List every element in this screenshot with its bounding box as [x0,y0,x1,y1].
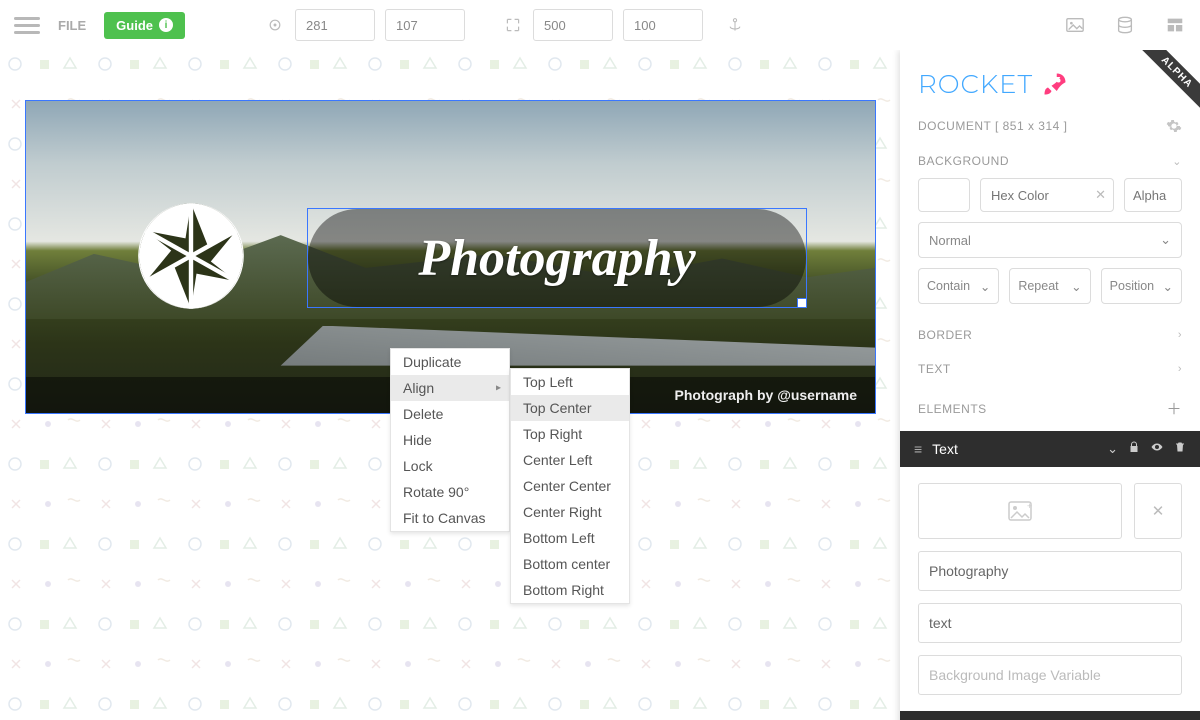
svg-text:+: + [1027,501,1032,511]
chevron-down-icon: ⌄ [1172,155,1182,168]
image-picker[interactable]: + [918,483,1122,539]
bg-image-variable-input[interactable] [918,655,1182,695]
canvas-area[interactable]: Photography Photograph by @username Dupl… [0,50,900,720]
layer-text[interactable]: ≡ Text ⌄ [900,431,1200,467]
rocket-icon [1041,70,1069,98]
alpha-badge: ALPHA [1110,50,1200,140]
add-element-icon[interactable]: ＋ [1166,398,1182,419]
chevron-down-icon: ⌄ [980,279,990,294]
section-text[interactable]: TEXT› [900,352,1200,386]
color-swatch[interactable] [918,178,970,212]
align-top-right[interactable]: Top Right [511,421,629,447]
text-value-input[interactable] [918,551,1182,591]
align-bottom-right[interactable]: Bottom Right [511,577,629,603]
fit-select[interactable]: Contain⌄ [918,268,999,304]
alpha-input[interactable] [1124,178,1182,212]
lock-icon[interactable] [1128,441,1140,457]
align-top-center[interactable]: Top Center [511,395,629,421]
anchor-icon[interactable] [727,17,743,33]
position-select[interactable]: Position⌄ [1101,268,1182,304]
clear-image-icon[interactable]: ✕ [1134,483,1182,539]
align-center-right[interactable]: Center Right [511,499,629,525]
chevron-down-icon: ⌄ [1160,232,1171,248]
guide-button[interactable]: Guide i [104,12,185,39]
ctx-rotate[interactable]: Rotate 90° [391,479,509,505]
drag-icon[interactable]: ≡ [914,441,922,457]
ctx-align[interactable]: Align▸ [391,375,509,401]
context-menu[interactable]: Duplicate Align▸ Delete Hide Lock Rotate… [390,348,510,532]
eye-icon[interactable] [1150,441,1164,457]
section-border[interactable]: BORDER› [900,318,1200,352]
section-background[interactable]: BACKGROUND⌄ [900,144,1200,178]
chevron-right-icon: ▸ [496,383,501,394]
file-menu[interactable]: FILE [50,14,94,37]
chevron-down-icon[interactable]: ⌄ [1107,441,1118,457]
image-icon[interactable] [1064,14,1086,36]
align-center-left[interactable]: Center Left [511,447,629,473]
chevron-right-icon: › [1178,329,1182,341]
document-label: DOCUMENT [ 851 x 314 ] [918,119,1068,133]
guide-label: Guide [116,18,153,33]
trash-icon[interactable] [1174,441,1186,457]
resize-handle[interactable] [797,298,807,308]
layer-name: Text [932,441,1097,457]
clear-hex-icon[interactable]: ✕ [1095,187,1106,203]
align-submenu[interactable]: Top Left Top Center Top Right Center Lef… [510,368,630,604]
size-group [503,9,703,41]
ctx-lock[interactable]: Lock [391,453,509,479]
text-element-selected[interactable]: Photography [307,208,807,308]
credit-text: Photograph by @username [675,387,857,403]
repeat-select[interactable]: Repeat⌄ [1009,268,1090,304]
ctx-fit[interactable]: Fit to Canvas [391,505,509,531]
ctx-delete[interactable]: Delete [391,401,509,427]
pos-y-input[interactable] [385,9,465,41]
height-input[interactable] [623,9,703,41]
layer-text-body: + ✕ [900,467,1200,711]
blend-select[interactable]: Normal⌄ [918,222,1182,258]
menu-icon[interactable] [14,12,40,38]
align-bottom-center[interactable]: Bottom center [511,551,629,577]
position-icon [265,15,285,35]
text-content: Photography [308,209,806,307]
ctx-duplicate[interactable]: Duplicate [391,349,509,375]
width-input[interactable] [533,9,613,41]
brand-name: ROCKET [918,68,1033,100]
top-toolbar: FILE Guide i [0,0,1200,50]
text-variable-input[interactable] [918,603,1182,643]
chevron-down-icon: ⌄ [1163,279,1173,294]
align-bottom-left[interactable]: Bottom Left [511,525,629,551]
pos-x-input[interactable] [295,9,375,41]
size-icon [503,15,523,35]
layout-icon[interactable] [1164,14,1186,36]
align-top-left[interactable]: Top Left [511,369,629,395]
hex-input[interactable] [980,178,1114,212]
position-group [265,9,465,41]
ctx-hide[interactable]: Hide [391,427,509,453]
chevron-right-icon: › [1178,363,1182,375]
section-elements: ELEMENTS ＋ [900,386,1200,431]
properties-panel: ALPHA ROCKET DOCUMENT [ 851 x 314 ] BACK… [900,50,1200,720]
chevron-down-icon: ⌄ [1071,279,1081,294]
layer-text-background[interactable]: ≡ Text Background › [900,711,1200,720]
aperture-logo[interactable] [136,201,246,311]
align-center-center[interactable]: Center Center [511,473,629,499]
database-icon[interactable] [1114,14,1136,36]
info-icon: i [159,18,173,32]
